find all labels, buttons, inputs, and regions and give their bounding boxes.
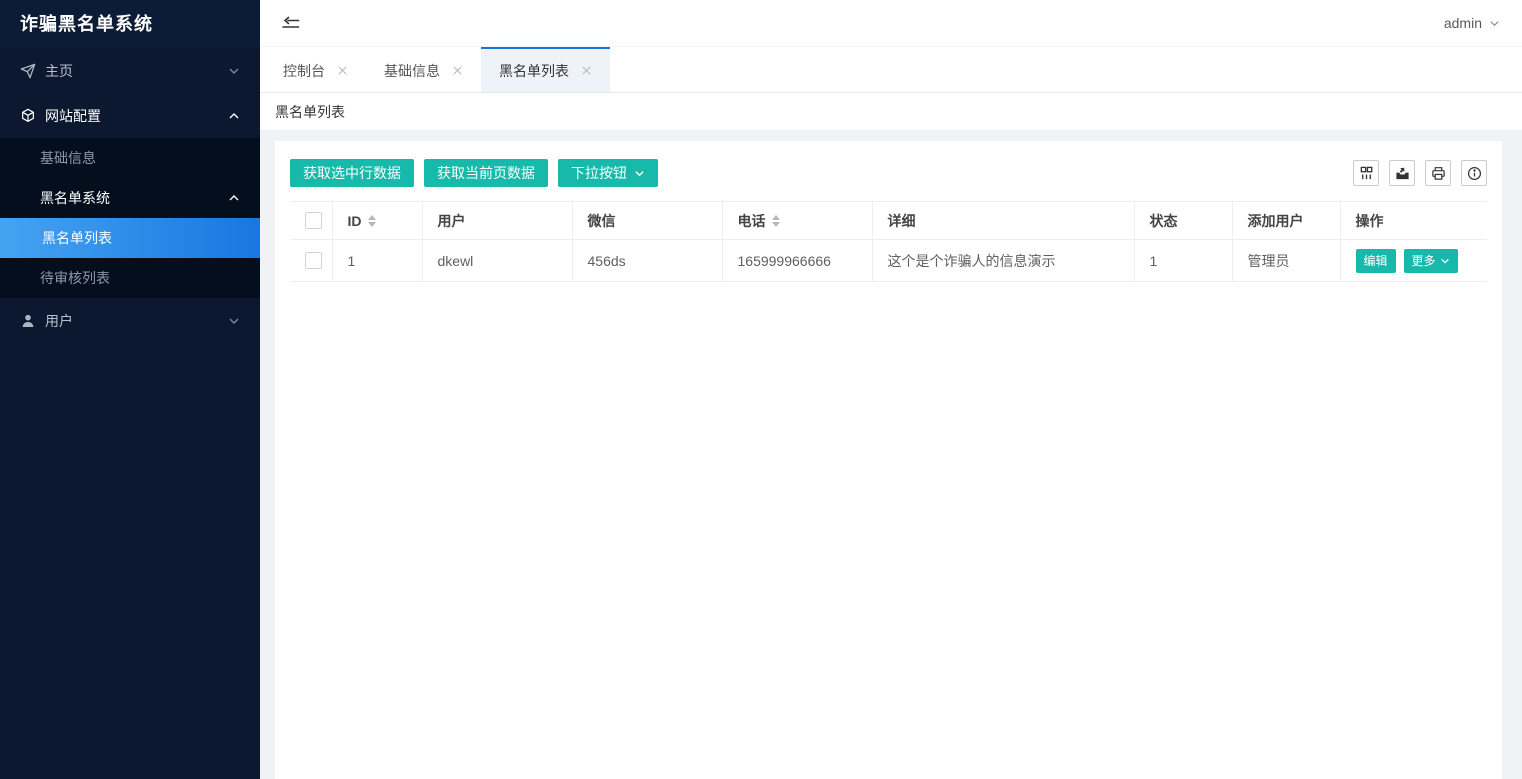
top-header: admin — [260, 0, 1522, 47]
column-header-actions: 操作 — [1340, 202, 1487, 240]
sidebar-item-label: 主页 — [45, 61, 228, 81]
cell-added-by: 管理员 — [1232, 240, 1340, 282]
sidebar-item-site-config[interactable]: 网站配置 — [0, 93, 260, 138]
sidebar-item-blacklist-system[interactable]: 黑名单系统 — [0, 178, 260, 218]
select-all-checkbox[interactable] — [305, 212, 322, 229]
info-icon — [1467, 166, 1482, 181]
content-area: 获取选中行数据 获取当前页数据 下拉按钮 — [260, 131, 1522, 779]
chevron-down-icon — [1489, 18, 1500, 29]
print-icon — [1431, 166, 1446, 181]
print-button[interactable] — [1425, 160, 1451, 186]
app-title: 诈骗黑名单系统 — [0, 0, 260, 48]
close-icon[interactable] — [337, 65, 348, 76]
sort-icon[interactable] — [772, 215, 780, 227]
column-label: 用户 — [438, 213, 466, 229]
sidebar-menu: 主页 网站配置 基础信息 黑名单系统 — [0, 48, 260, 779]
table-row: 1 dkewl 456ds 165999966666 这个是个诈骗人的信息演示 … — [290, 240, 1487, 282]
button-label: 获取选中行数据 — [303, 163, 401, 183]
site-config-submenu: 基础信息 黑名单系统 黑名单列表 待审核列表 — [0, 138, 260, 298]
sidebar-item-label: 待审核列表 — [40, 268, 110, 288]
button-label: 编辑 — [1364, 252, 1388, 269]
sidebar-item-home[interactable]: 主页 — [0, 48, 260, 93]
tab-label: 控制台 — [283, 61, 325, 81]
column-header-user[interactable]: 用户 — [422, 202, 572, 240]
toggle-columns-icon — [1359, 166, 1374, 181]
column-label: 状态 — [1150, 213, 1178, 229]
button-label: 更多 — [1412, 252, 1436, 269]
chevron-up-icon — [228, 110, 240, 122]
dropdown-button[interactable]: 下拉按钮 — [558, 159, 658, 187]
toggle-columns-button[interactable] — [1353, 160, 1379, 186]
sidebar-item-label: 黑名单列表 — [42, 228, 112, 248]
sidebar-item-users[interactable]: 用户 — [0, 298, 260, 343]
fold-menu-icon[interactable] — [282, 16, 300, 31]
row-actions: 编辑 更多 — [1356, 249, 1473, 273]
sort-icon[interactable] — [368, 215, 376, 227]
get-current-page-button[interactable]: 获取当前页数据 — [424, 159, 548, 187]
button-label: 获取当前页数据 — [437, 163, 535, 183]
info-button[interactable] — [1461, 160, 1487, 186]
paper-plane-icon — [20, 63, 36, 79]
chevron-down-icon — [1440, 256, 1450, 266]
sidebar: 诈骗黑名单系统 主页 网站配置 基础信息 黑名单系统 — [0, 0, 260, 779]
tab-basic-info[interactable]: 基础信息 — [366, 47, 481, 92]
cell-user: dkewl — [422, 240, 572, 282]
blacklist-table: ID 用户 微信 电话 详细 状态 — [290, 201, 1487, 282]
close-icon[interactable] — [581, 65, 592, 76]
table-header-row: ID 用户 微信 电话 详细 状态 — [290, 202, 1487, 240]
username: admin — [1444, 15, 1482, 31]
column-header-status[interactable]: 状态 — [1134, 202, 1232, 240]
column-header-id[interactable]: ID — [332, 202, 422, 240]
sidebar-item-blacklist-list[interactable]: 黑名单列表 — [0, 218, 260, 258]
export-button[interactable] — [1389, 160, 1415, 186]
sidebar-item-basic-info[interactable]: 基础信息 — [0, 138, 260, 178]
chevron-up-icon — [228, 192, 240, 204]
cell-phone: 165999966666 — [722, 240, 872, 282]
page-title-bar: 黑名单列表 — [260, 93, 1522, 131]
sidebar-item-label: 用户 — [45, 311, 228, 331]
edit-button[interactable]: 编辑 — [1356, 249, 1396, 273]
column-header-detail[interactable]: 详细 — [872, 202, 1134, 240]
column-header-phone[interactable]: 电话 — [722, 202, 872, 240]
column-label: 操作 — [1356, 213, 1384, 229]
button-label: 下拉按钮 — [571, 163, 627, 183]
tab-label: 基础信息 — [384, 61, 440, 81]
get-selected-rows-button[interactable]: 获取选中行数据 — [290, 159, 414, 187]
table-tool-icons — [1353, 160, 1487, 186]
cell-wechat: 456ds — [572, 240, 722, 282]
user-menu[interactable]: admin — [1444, 15, 1500, 31]
column-label: 微信 — [588, 213, 616, 229]
column-header-added-by[interactable]: 添加用户 — [1232, 202, 1340, 240]
tab-console[interactable]: 控制台 — [265, 47, 366, 92]
table-card: 获取选中行数据 获取当前页数据 下拉按钮 — [275, 141, 1502, 779]
sidebar-item-label: 网站配置 — [45, 106, 228, 126]
sidebar-item-pending-review[interactable]: 待审核列表 — [0, 258, 260, 298]
column-label: ID — [348, 213, 362, 229]
chevron-down-icon — [228, 65, 240, 77]
cube-icon — [20, 108, 36, 124]
column-header-wechat[interactable]: 微信 — [572, 202, 722, 240]
chevron-down-icon — [634, 168, 645, 179]
column-label: 添加用户 — [1248, 213, 1304, 229]
close-icon[interactable] — [452, 65, 463, 76]
cell-detail: 这个是个诈骗人的信息演示 — [872, 240, 1134, 282]
cell-status: 1 — [1134, 240, 1232, 282]
main-area: admin 控制台 基础信息 黑名单列表 黑名单列表 — [260, 0, 1522, 779]
export-icon — [1395, 166, 1410, 181]
tab-label: 黑名单列表 — [499, 61, 569, 81]
column-label: 详细 — [888, 213, 916, 229]
tab-blacklist-list[interactable]: 黑名单列表 — [481, 47, 610, 92]
column-label: 电话 — [738, 211, 766, 231]
sidebar-item-label: 基础信息 — [40, 148, 96, 168]
tab-bar: 控制台 基础信息 黑名单列表 — [260, 47, 1522, 93]
user-icon — [20, 313, 36, 329]
row-checkbox[interactable] — [305, 252, 322, 269]
more-button[interactable]: 更多 — [1404, 249, 1458, 273]
page-title: 黑名单列表 — [275, 102, 345, 122]
chevron-down-icon — [228, 315, 240, 327]
cell-id: 1 — [332, 240, 422, 282]
sidebar-item-label: 黑名单系统 — [40, 188, 228, 208]
card-toolbar: 获取选中行数据 获取当前页数据 下拉按钮 — [290, 159, 1487, 187]
